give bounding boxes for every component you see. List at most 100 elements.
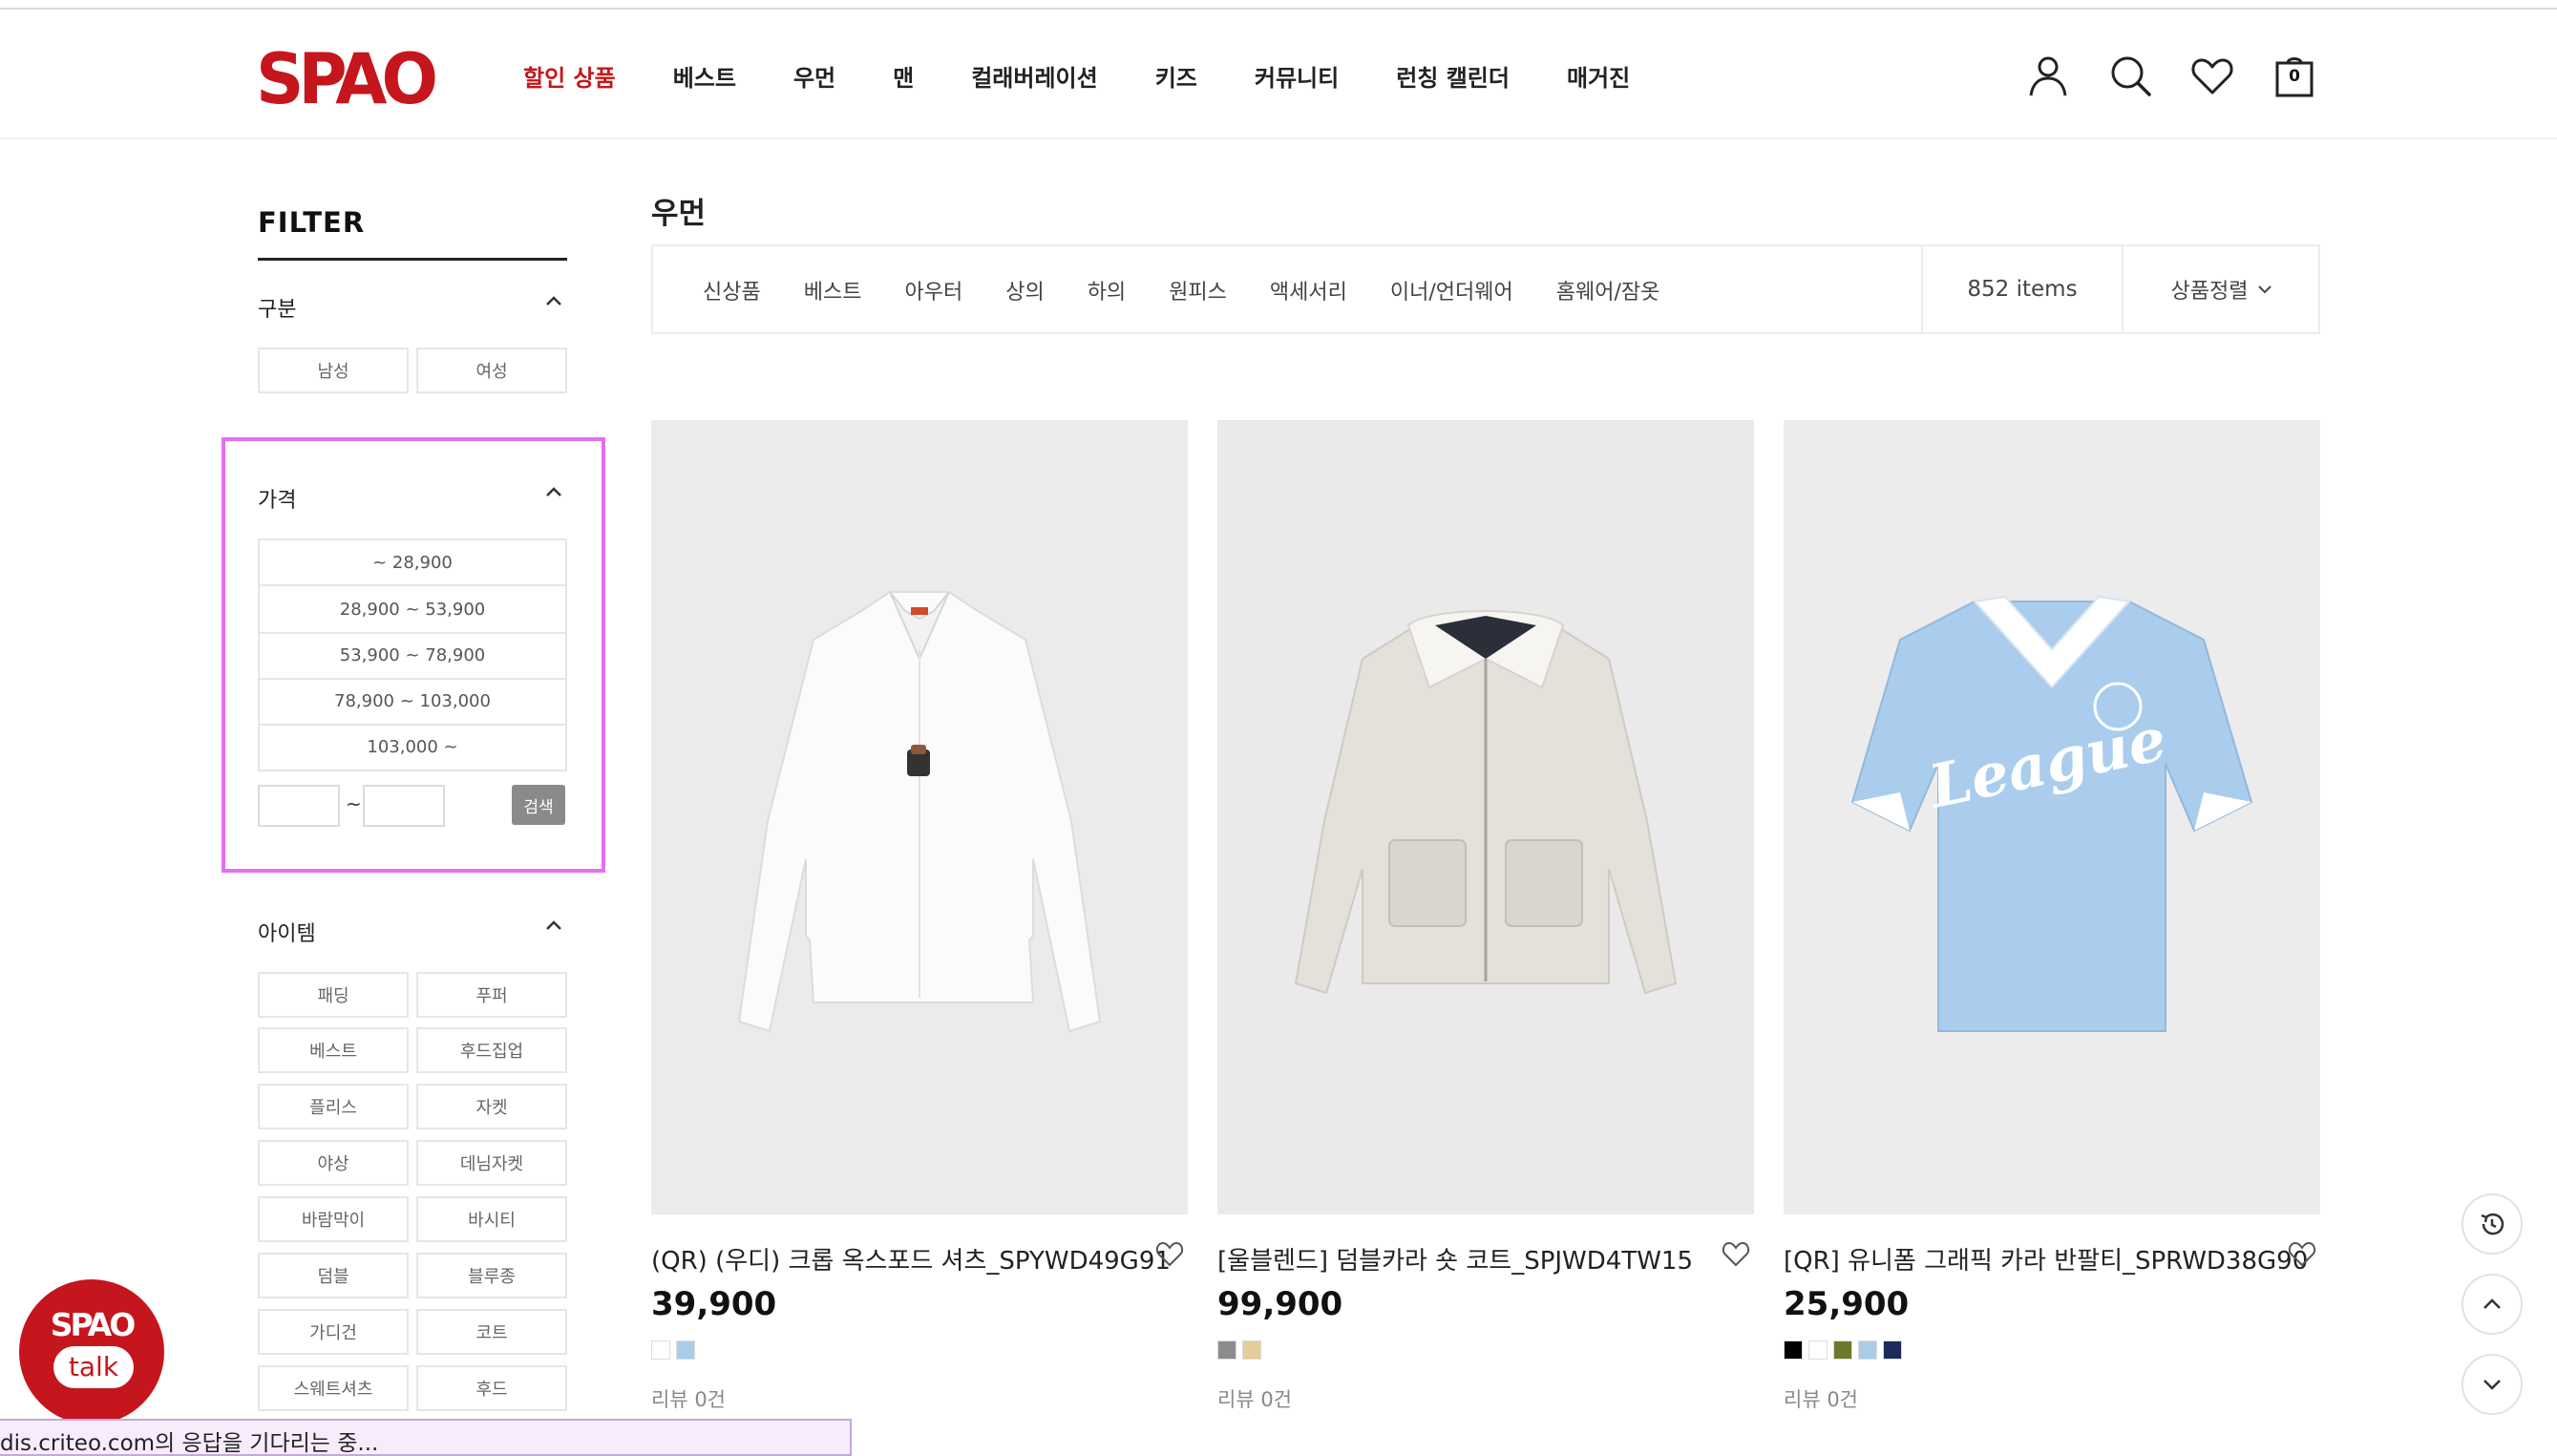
tab-innerwear[interactable]: 이너/언더웨어	[1390, 275, 1513, 306]
filter-item-option[interactable]: 코트	[416, 1309, 567, 1355]
arrow-up-icon[interactable]	[2462, 1274, 2523, 1335]
color-swatch[interactable]	[1858, 1340, 1877, 1360]
filter-price-header[interactable]: 가격	[258, 483, 567, 514]
tab-dresses[interactable]: 원피스	[1169, 275, 1227, 306]
color-swatches	[1217, 1340, 1267, 1360]
color-swatch[interactable]	[1833, 1340, 1852, 1360]
sort-dropdown[interactable]: 상품정렬	[2122, 246, 2320, 332]
chevron-up-icon[interactable]	[544, 292, 563, 311]
tab-homewear[interactable]: 홈웨어/잠옷	[1556, 275, 1660, 306]
nav-item-magazine[interactable]: 매거진	[1567, 59, 1630, 93]
price-range-option[interactable]: ~ 28,900	[258, 538, 567, 586]
history-icon[interactable]	[2462, 1193, 2523, 1255]
filter-item-option[interactable]: 후드	[416, 1365, 567, 1411]
color-swatches	[651, 1340, 701, 1360]
arrow-down-icon[interactable]	[2462, 1354, 2523, 1415]
filter-gender-male[interactable]: 남성	[258, 348, 409, 393]
color-swatch[interactable]	[1784, 1340, 1803, 1360]
product-card: League [QR] 유니폼 그래픽 카라 반팔티_SPRWD38G90 25…	[1784, 420, 2320, 1411]
tab-bottoms[interactable]: 하의	[1088, 275, 1126, 306]
spao-talk-chat-button[interactable]: SPAO talk	[19, 1279, 164, 1424]
filter-item-option[interactable]: 패딩	[258, 972, 409, 1018]
tshirt-image: League	[1850, 595, 2253, 1032]
color-swatch[interactable]	[1883, 1340, 1902, 1360]
filter-price-title: 가격	[258, 489, 297, 513]
tab-outer[interactable]: 아우터	[904, 275, 962, 306]
product-image[interactable]	[1217, 420, 1754, 1214]
filter-item-option[interactable]: 가디건	[258, 1309, 409, 1355]
nav-item-best[interactable]: 베스트	[673, 59, 736, 93]
nav-item-sale[interactable]: 할인 상품	[523, 59, 616, 93]
price-range-option[interactable]: 28,900 ~ 53,900	[258, 586, 567, 634]
search-icon[interactable]	[2108, 53, 2152, 97]
product-image[interactable]	[651, 420, 1188, 1214]
filter-item-option[interactable]: 스웨트셔츠	[258, 1365, 409, 1411]
price-range-option[interactable]: 103,000 ~	[258, 724, 567, 771]
filter-item-option[interactable]: 후드집업	[416, 1027, 567, 1073]
product-price: 39,900	[651, 1285, 777, 1323]
filter-item-option[interactable]: 블루종	[416, 1253, 567, 1298]
filter-item-title: 아이템	[258, 922, 316, 946]
filter-item-option[interactable]: 베스트	[258, 1027, 409, 1073]
shopping-bag-icon[interactable]: 0	[2272, 53, 2316, 97]
color-swatch[interactable]	[676, 1340, 695, 1360]
page-title: 우먼	[651, 197, 707, 231]
filter-item-option[interactable]: 바시티	[416, 1196, 567, 1242]
color-swatches	[1784, 1340, 1908, 1360]
nav-item-launch-calendar[interactable]: 런칭 캘린더	[1396, 59, 1510, 93]
filter-item-option[interactable]: 자켓	[416, 1084, 567, 1129]
chevron-up-icon[interactable]	[544, 483, 563, 502]
nav-item-men[interactable]: 맨	[893, 59, 914, 93]
price-search-button[interactable]: 검색	[512, 785, 565, 825]
product-price: 25,900	[1784, 1285, 1910, 1323]
nav-item-community[interactable]: 커뮤니티	[1255, 59, 1339, 93]
filter-item-option[interactable]: 플리스	[258, 1084, 409, 1129]
tab-best[interactable]: 베스트	[804, 275, 862, 306]
review-count: 리뷰 0건	[1784, 1388, 1858, 1411]
category-tabs: 신상품 베스트 아우터 상의 하의 원피스 액세서리 이너/언더웨어 홈웨어/잠…	[703, 275, 1702, 306]
product-price: 99,900	[1217, 1285, 1343, 1323]
filter-title: FILTER	[258, 206, 366, 239]
filter-item-option[interactable]: 야상	[258, 1140, 409, 1186]
nav-item-collaboration[interactable]: 컬래버레이션	[971, 59, 1097, 93]
filter-item-header[interactable]: 아이템	[258, 917, 567, 947]
heart-icon[interactable]	[2190, 53, 2234, 97]
chevron-up-icon[interactable]	[544, 917, 563, 936]
color-swatch[interactable]	[1808, 1340, 1828, 1360]
filter-item-option[interactable]: 푸퍼	[416, 972, 567, 1018]
price-max-input[interactable]	[363, 785, 445, 827]
tab-accessories[interactable]: 액세서리	[1270, 275, 1347, 306]
product-name[interactable]: (QR) (우디) 크롭 옥스포드 셔츠_SPYWD49G91	[651, 1241, 1171, 1277]
filter-item-option[interactable]: 바람막이	[258, 1196, 409, 1242]
chevron-down-icon	[2258, 285, 2272, 294]
color-swatch[interactable]	[1242, 1340, 1261, 1360]
wishlist-heart-icon[interactable]	[1722, 1239, 1750, 1268]
product-name[interactable]: [울블렌드] 덤블카라 숏 코트_SPJWD4TW15	[1217, 1241, 1714, 1277]
talk-logo: SPAO	[50, 1306, 137, 1343]
filter-item-option[interactable]: 덤블	[258, 1253, 409, 1298]
wishlist-heart-icon[interactable]	[2288, 1239, 2316, 1268]
filter-gender-header[interactable]: 구분	[258, 292, 567, 323]
wishlist-heart-icon[interactable]	[1155, 1239, 1184, 1268]
filter-item-option[interactable]: 데님자켓	[416, 1140, 567, 1186]
review-count: 리뷰 0건	[1217, 1388, 1292, 1411]
price-min-input[interactable]	[258, 785, 340, 827]
spao-logo[interactable]: SPAO	[256, 44, 438, 115]
product-name[interactable]: [QR] 유니폼 그래픽 카라 반팔티_SPRWD38G90	[1784, 1241, 2308, 1277]
nav-item-kids[interactable]: 키즈	[1155, 59, 1197, 93]
product-image[interactable]: League	[1784, 420, 2320, 1214]
header-icons: 0	[2026, 53, 2355, 97]
filter-divider	[258, 258, 567, 261]
tab-tops[interactable]: 상의	[1005, 275, 1044, 306]
filter-gender-female[interactable]: 여성	[416, 348, 567, 393]
user-icon[interactable]	[2026, 53, 2070, 97]
price-range-option[interactable]: 53,900 ~ 78,900	[258, 632, 567, 680]
sort-label: 상품정렬	[2170, 280, 2249, 304]
color-swatch[interactable]	[651, 1340, 670, 1360]
price-range-option[interactable]: 78,900 ~ 103,000	[258, 678, 567, 726]
nav-item-women[interactable]: 우먼	[793, 59, 835, 93]
top-border	[0, 0, 2557, 10]
tab-new[interactable]: 신상품	[703, 275, 761, 306]
color-swatch[interactable]	[1217, 1340, 1236, 1360]
site-header: SPAO 할인 상품 베스트 우먼 맨 컬래버레이션 키즈 커뮤니티 런칭 캘린…	[0, 11, 2557, 139]
